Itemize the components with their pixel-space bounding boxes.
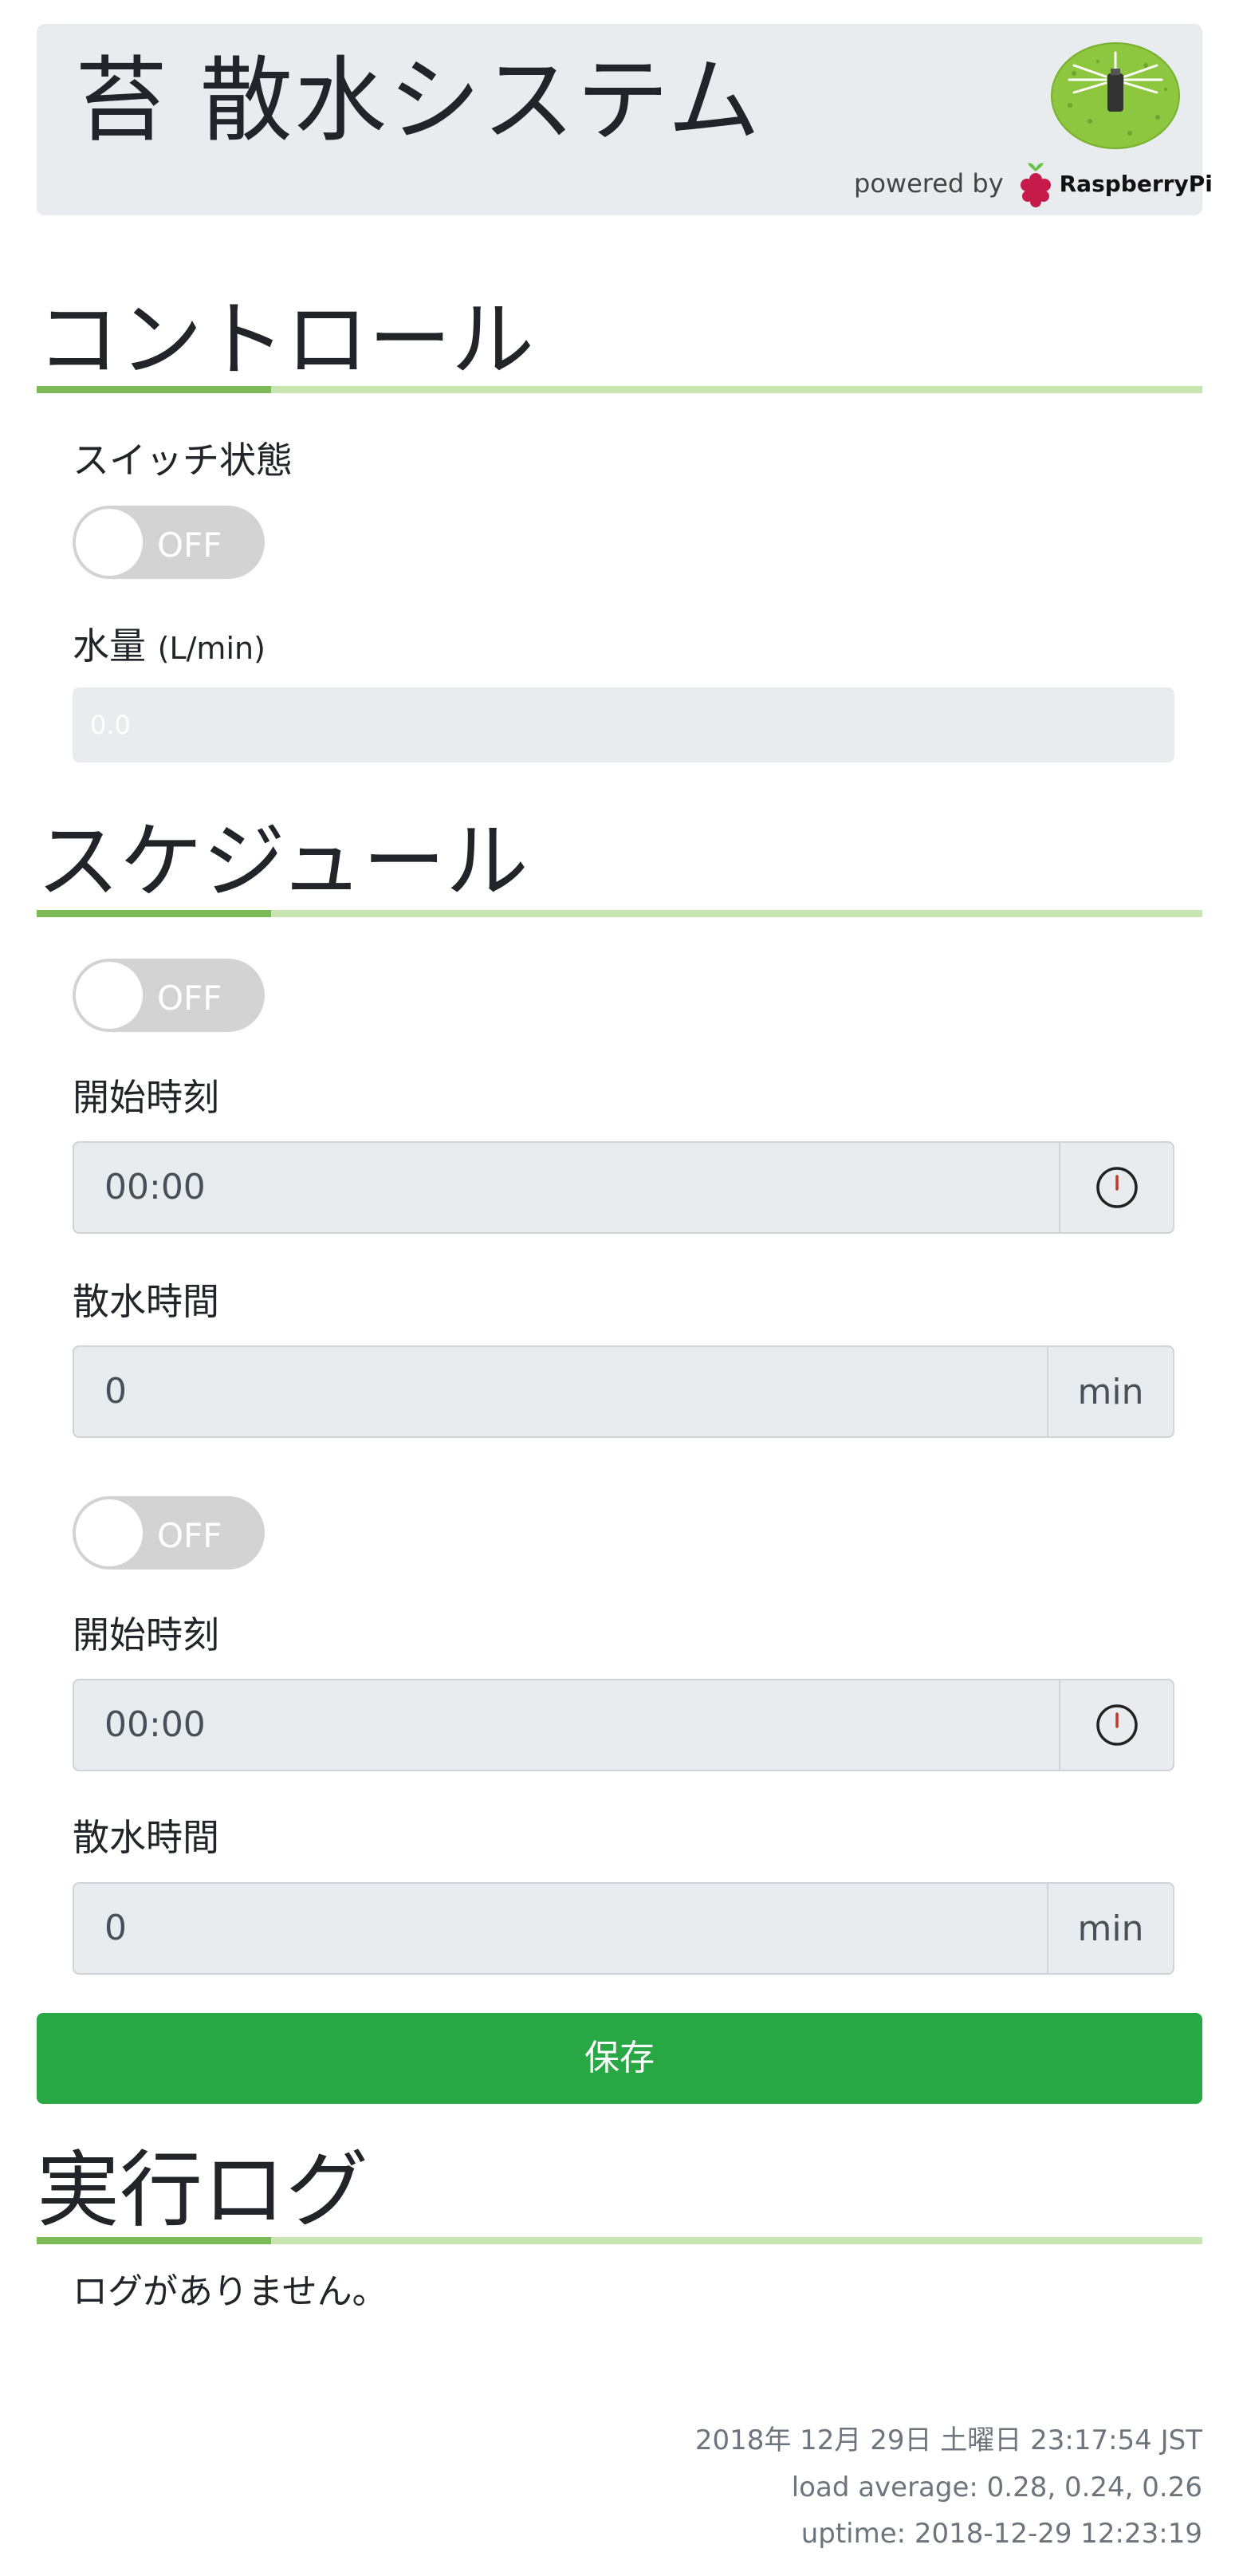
powered-by-label: powered by bbox=[854, 168, 1004, 199]
raspberry-pi-label: RaspberryPi bbox=[1059, 170, 1213, 197]
duration-input[interactable]: 0 bbox=[73, 1882, 1047, 1975]
clock-icon bbox=[1095, 1704, 1138, 1746]
start-time-input[interactable]: 00:00 bbox=[73, 1679, 1059, 1771]
duration-input[interactable]: 0 bbox=[73, 1345, 1047, 1438]
time-picker-button[interactable] bbox=[1059, 1141, 1174, 1234]
empty-log-message: ログがありません。 bbox=[73, 2271, 387, 2312]
start-time-input[interactable]: 00:00 bbox=[73, 1141, 1059, 1234]
schedule-heading: スケジュール bbox=[37, 813, 529, 910]
save-button[interactable]: 保存 bbox=[37, 2013, 1202, 2104]
schedule-2-duration: 0 min bbox=[73, 1882, 1174, 1975]
header-banner: 苔 散水システム powered by RaspberryPi bbox=[37, 24, 1213, 215]
schedule-1-toggle[interactable]: OFF bbox=[73, 959, 265, 1032]
duration-unit: min bbox=[1047, 1882, 1174, 1975]
switch-state-label: スイッチ状態 bbox=[73, 439, 293, 482]
powered-by: powered by RaspberryPi bbox=[854, 152, 1213, 215]
section-divider bbox=[37, 386, 1202, 393]
sprinkler-logo-icon bbox=[1051, 42, 1180, 149]
toggle-state-text: OFF bbox=[157, 1516, 222, 1555]
schedule-1-duration-label: 散水時間 bbox=[73, 1280, 219, 1323]
clock-icon bbox=[1095, 1167, 1138, 1208]
toggle-state-text: OFF bbox=[157, 526, 222, 565]
time-picker-button[interactable] bbox=[1059, 1679, 1174, 1771]
schedule-2-duration-label: 散水時間 bbox=[73, 1816, 219, 1859]
duration-unit: min bbox=[1047, 1345, 1174, 1438]
toggle-knob bbox=[76, 509, 143, 576]
footer-load-average: load average: 0.28, 0.24, 0.26 bbox=[791, 2472, 1202, 2503]
raspberry-pi-icon bbox=[1020, 163, 1051, 207]
flow-rate-field: 0.0 bbox=[73, 687, 1174, 762]
schedule-2-start-time: 00:00 bbox=[73, 1679, 1174, 1771]
site-title: 苔 散水システム bbox=[75, 47, 762, 155]
schedule-1-start-label: 開始時刻 bbox=[73, 1076, 219, 1119]
footer-uptime: uptime: 2018-12-29 12:23:19 bbox=[800, 2518, 1202, 2550]
schedule-2-toggle[interactable]: OFF bbox=[73, 1496, 265, 1570]
schedule-2-start-label: 開始時刻 bbox=[73, 1613, 219, 1656]
control-heading: コントロール bbox=[37, 291, 535, 388]
flow-unit: (L/min) bbox=[157, 631, 266, 666]
schedule-1-start-time: 00:00 bbox=[73, 1141, 1174, 1234]
footer-datetime: 2018年 12月 29日 土曜日 23:17:54 JST bbox=[694, 2424, 1202, 2456]
flow-label-text: 水量 bbox=[73, 624, 146, 668]
toggle-knob bbox=[76, 1499, 143, 1566]
switch-toggle[interactable]: OFF bbox=[73, 506, 265, 579]
toggle-knob bbox=[76, 962, 143, 1029]
section-divider bbox=[37, 910, 1202, 917]
flow-label: 水量 (L/min) bbox=[73, 620, 266, 674]
section-divider bbox=[37, 2237, 1202, 2244]
schedule-1-duration: 0 min bbox=[73, 1345, 1174, 1438]
toggle-state-text: OFF bbox=[157, 979, 222, 1018]
log-heading: 実行ログ bbox=[37, 2141, 369, 2239]
